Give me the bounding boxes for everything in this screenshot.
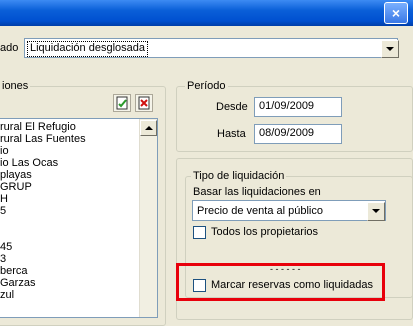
properties-list[interactable]: rural El Refugio rural Las Fuentes io io La… [0, 118, 158, 318]
list-item[interactable]: playas [0, 169, 137, 181]
basar-value: Precio de venta al público [197, 205, 323, 217]
periodo-legend: Período [185, 80, 228, 92]
list-item[interactable]: berca [0, 265, 137, 277]
close-icon: × [391, 5, 401, 21]
select-all-button[interactable] [113, 94, 131, 112]
desde-label: Desde [216, 101, 248, 113]
list-item[interactable]: Garzas [0, 277, 137, 289]
check-doc-icon [116, 96, 128, 110]
tipo-legend: Tipo de liquidación [191, 170, 287, 182]
scroll-up-button[interactable] [140, 120, 157, 136]
hasta-label: Hasta [217, 128, 246, 140]
left-groupbox-legend: iones [0, 80, 31, 92]
list-item[interactable]: 5 [0, 205, 137, 217]
list-item[interactable] [0, 229, 137, 241]
list-item[interactable]: zul [0, 289, 137, 301]
cross-doc-icon [138, 96, 150, 110]
liquidation-mode-value: Liquidación desglosada [27, 41, 148, 57]
list-item[interactable]: io [0, 145, 137, 157]
list-item[interactable]: H [0, 193, 137, 205]
close-button[interactable]: × [384, 2, 408, 24]
list-scrollbar[interactable] [139, 119, 157, 317]
list-item[interactable]: 45 [0, 241, 137, 253]
list-item[interactable] [0, 217, 137, 229]
deselect-all-button[interactable] [135, 94, 153, 112]
list-item[interactable]: io Las Ocas [0, 157, 137, 169]
basar-combo[interactable]: Precio de venta al público [192, 200, 386, 221]
title-bar [0, 0, 413, 26]
basar-label: Basar las liquidaciones en [193, 186, 321, 198]
todos-checkbox[interactable] [193, 226, 206, 239]
list-item[interactable]: rural El Refugio [0, 121, 137, 133]
liquidation-mode-combo[interactable]: Liquidación desglosada [24, 38, 399, 58]
list-item[interactable]: 3 [0, 253, 137, 265]
chevron-down-icon[interactable] [367, 202, 385, 221]
chevron-down-icon[interactable] [381, 40, 399, 58]
desde-input[interactable]: 01/09/2009 [254, 97, 342, 117]
hasta-input[interactable]: 08/09/2009 [254, 124, 342, 144]
highlight-box [176, 263, 385, 301]
list-item[interactable]: rural Las Fuentes [0, 133, 137, 145]
todos-label: Todos los propietarios [211, 226, 319, 238]
list-item[interactable]: GRUP [0, 181, 137, 193]
mode-label: ado [0, 42, 19, 54]
